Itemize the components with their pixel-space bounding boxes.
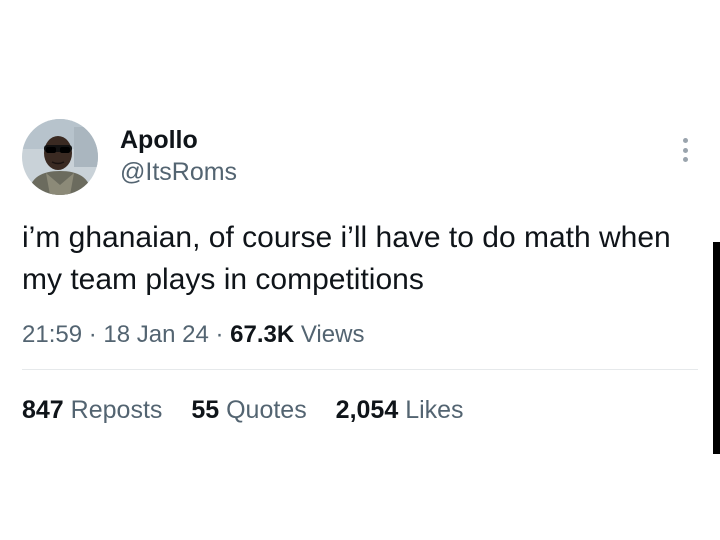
likes-label: Likes	[405, 396, 464, 424]
more-dot	[682, 147, 688, 153]
profile-photo-icon	[22, 119, 98, 195]
quotes-count: 55	[191, 396, 220, 424]
more-dot	[682, 138, 688, 143]
author-display-name[interactable]: Apollo	[120, 125, 237, 155]
quotes-label: Quotes	[226, 396, 307, 424]
meta-separator: ·	[208, 321, 231, 348]
tweet-stats: 847 Reposts 55 Quotes 2,054 Likes	[22, 394, 698, 426]
more-options-icon[interactable]	[682, 138, 688, 162]
author-handle[interactable]: @ItsRoms	[120, 157, 237, 187]
meta-separator: ·	[82, 321, 104, 348]
reposts-stat[interactable]: 847 Reposts	[22, 396, 162, 424]
reposts-count: 847	[22, 396, 64, 424]
scrollbar-edge	[713, 242, 720, 454]
views-label: Views	[300, 321, 365, 348]
author-names: Apollo @ItsRoms	[120, 125, 237, 187]
divider	[22, 369, 698, 370]
more-dot	[682, 157, 688, 162]
likes-count: 2,054	[335, 396, 399, 424]
tweet-card: Apollo @ItsRoms i’m ghanaian, of course …	[22, 118, 698, 426]
tweet-time[interactable]: 21:59	[22, 321, 82, 348]
tweet-header: Apollo @ItsRoms	[22, 118, 698, 196]
tweet-meta: 21:59 · 18 Jan 24 · 67.3K Views	[22, 319, 698, 351]
tweet-date[interactable]: 18 Jan 24	[103, 321, 208, 348]
views-count: 67.3K	[230, 321, 295, 348]
quotes-stat[interactable]: 55 Quotes	[191, 396, 306, 424]
avatar[interactable]	[22, 119, 98, 195]
tweet-text: i’m ghanaian, of course i’ll have to do …	[22, 221, 671, 296]
tweet-screenshot: Apollo @ItsRoms i’m ghanaian, of course …	[0, 0, 720, 540]
reposts-label: Reposts	[70, 396, 163, 424]
likes-stat[interactable]: 2,054 Likes	[336, 396, 464, 424]
